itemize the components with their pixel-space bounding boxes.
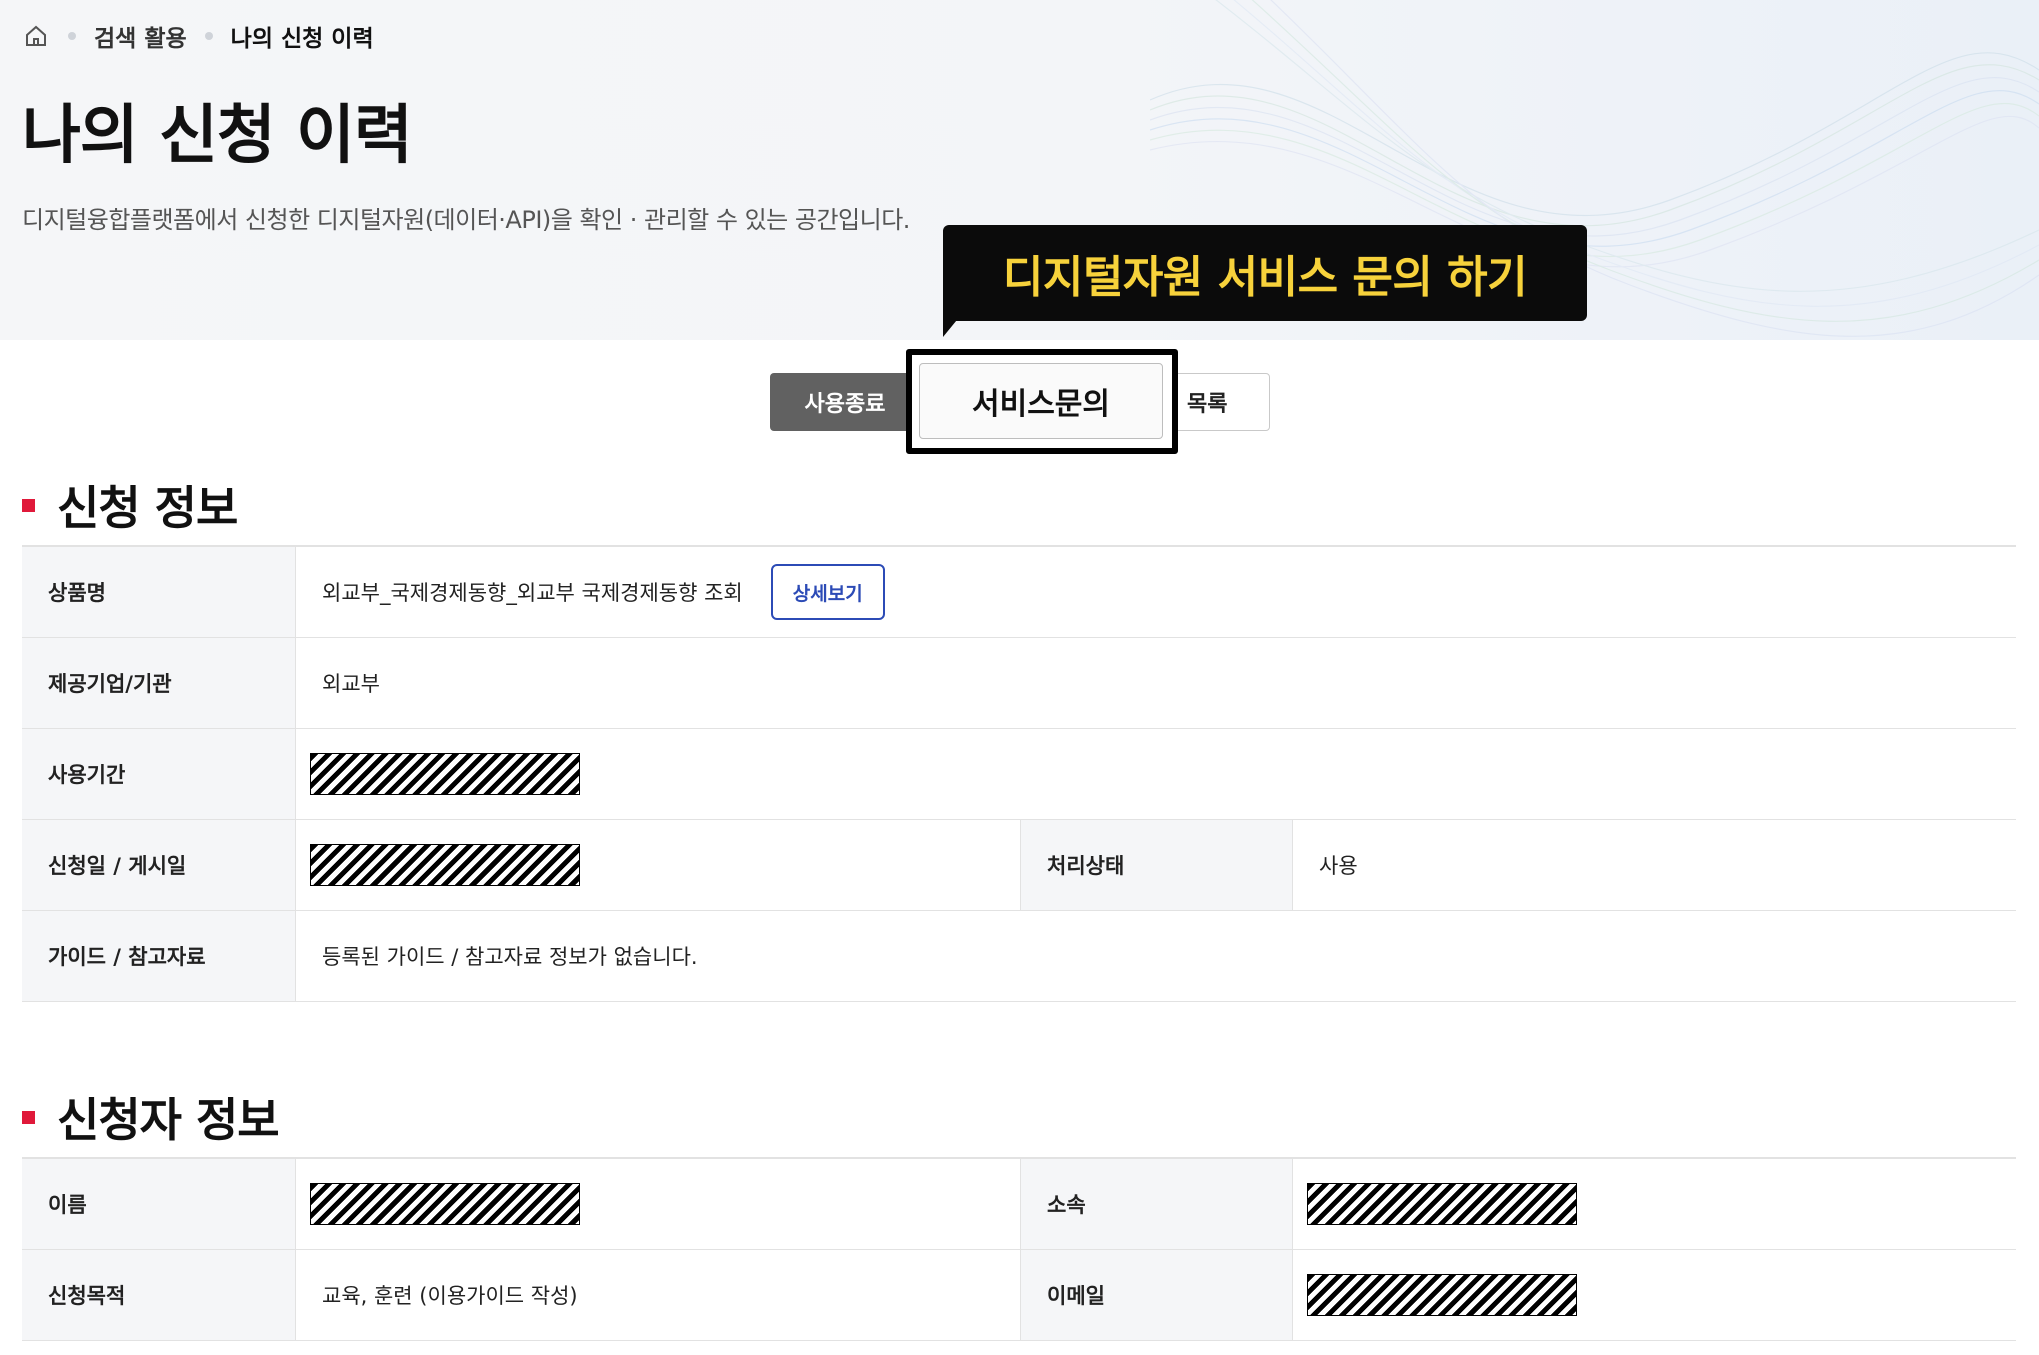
period-cell xyxy=(296,729,2016,819)
name-cell xyxy=(296,1159,1021,1249)
status-value: 사용 xyxy=(1319,854,1358,878)
status-label: 처리상태 xyxy=(1021,820,1293,910)
guide-label: 가이드 / 참고자료 xyxy=(22,911,296,1001)
affiliation-cell xyxy=(1293,1159,2016,1249)
application-info-table: 상품명 외교부_국제경제동향_외교부 국제경제동향 조회 상세보기 제공기업/기… xyxy=(22,545,2016,1002)
product-cell: 외교부_국제경제동향_외교부 국제경제동향 조회 상세보기 xyxy=(296,547,2016,637)
dates-label: 신청일 / 게시일 xyxy=(22,820,296,910)
breadcrumb: 검색 활용 나의 신청 이력 xyxy=(22,20,374,52)
breadcrumb-separator xyxy=(68,32,76,40)
service-inquiry-button[interactable]: 서비스문의 xyxy=(919,363,1163,439)
table-row: 이름 소속 xyxy=(22,1159,2016,1250)
redacted-value xyxy=(1307,1183,1577,1225)
home-icon[interactable] xyxy=(22,22,50,50)
table-row: 상품명 외교부_국제경제동향_외교부 국제경제동향 조회 상세보기 xyxy=(22,547,2016,638)
section-marker xyxy=(22,1110,35,1124)
provider-label: 제공기업/기관 xyxy=(22,638,296,728)
section-title: 신청 정보 xyxy=(57,481,238,535)
inquiry-callout: 디지털자원 서비스 문의 하기 xyxy=(943,225,1587,321)
table-row: 신청일 / 게시일 처리상태 사용 xyxy=(22,820,2016,911)
name-label: 이름 xyxy=(22,1159,296,1249)
affiliation-label: 소속 xyxy=(1021,1159,1293,1249)
applicant-info-heading: 신청자 정보 xyxy=(22,1084,280,1150)
section-title: 신청자 정보 xyxy=(57,1093,280,1147)
application-info-heading: 신청 정보 xyxy=(22,472,238,538)
redacted-value xyxy=(310,753,580,795)
email-label: 이메일 xyxy=(1021,1250,1293,1340)
callout-tail xyxy=(943,315,961,337)
table-row: 제공기업/기관 외교부 xyxy=(22,638,2016,729)
table-row: 신청목적 교육, 훈련 (이용가이드 작성) 이메일 xyxy=(22,1250,2016,1341)
guide-value: 등록된 가이드 / 참고자료 정보가 없습니다. xyxy=(322,945,698,969)
section-marker xyxy=(22,498,35,512)
product-label: 상품명 xyxy=(22,547,296,637)
breadcrumb-item-search-use[interactable]: 검색 활용 xyxy=(94,19,187,53)
redacted-value xyxy=(310,844,580,886)
dates-cell xyxy=(296,820,1021,910)
applicant-info-table: 이름 소속 신청목적 교육, 훈련 (이용가이드 작성) 이메일 xyxy=(22,1157,2016,1341)
page-description: 디지털융합플랫폼에서 신청한 디지털자원(데이터·API)을 확인 · 관리할 … xyxy=(22,206,910,234)
breadcrumb-item-current: 나의 신청 이력 xyxy=(230,26,374,52)
provider-value: 외교부 xyxy=(322,672,380,696)
purpose-label: 신청목적 xyxy=(22,1250,296,1340)
redacted-value xyxy=(310,1183,580,1225)
table-row: 가이드 / 참고자료 등록된 가이드 / 참고자료 정보가 없습니다. xyxy=(22,911,2016,1002)
breadcrumb-separator xyxy=(204,32,213,40)
redacted-value xyxy=(1307,1274,1577,1316)
detail-view-button[interactable]: 상세보기 xyxy=(770,564,885,620)
table-row: 사용기간 xyxy=(22,729,2016,820)
end-use-button[interactable]: 사용종료 xyxy=(770,373,920,431)
period-label: 사용기간 xyxy=(22,729,296,819)
purpose-value: 교육, 훈련 (이용가이드 작성) xyxy=(296,1250,1021,1340)
email-cell xyxy=(1293,1250,2016,1340)
page-title: 나의 신청 이력 xyxy=(22,99,413,173)
product-value: 외교부_국제경제동향_외교부 국제경제동향 조회 xyxy=(322,581,743,605)
